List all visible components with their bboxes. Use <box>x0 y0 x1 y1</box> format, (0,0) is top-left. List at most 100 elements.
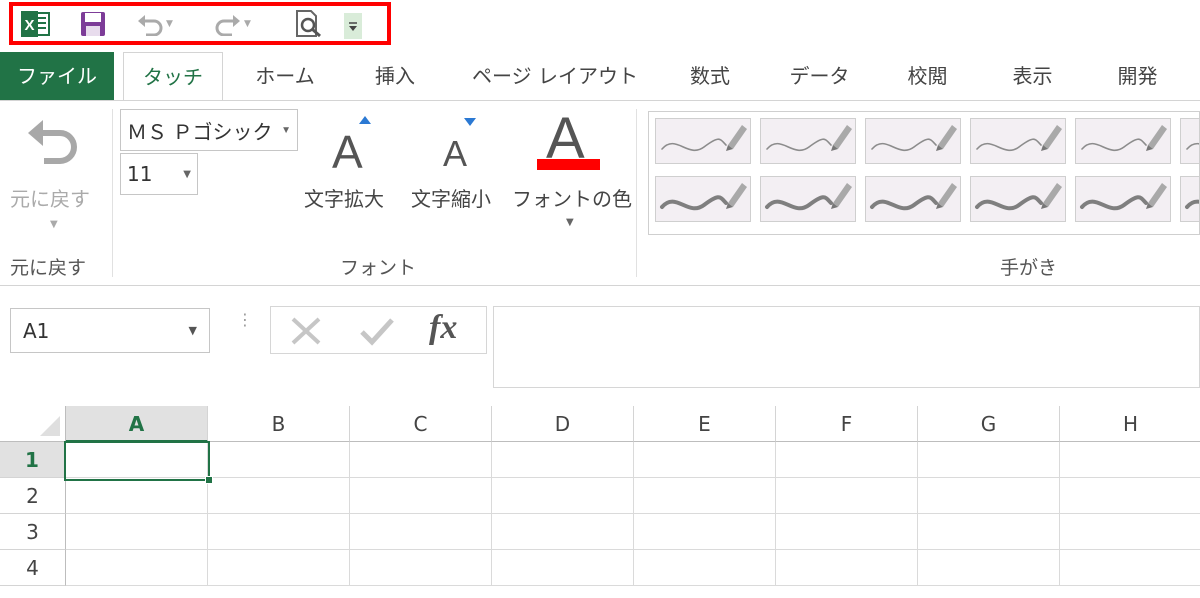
cancel-icon[interactable] <box>289 316 323 346</box>
cell-b1[interactable] <box>208 442 350 478</box>
name-box[interactable]: A1 ▼ <box>10 308 210 353</box>
select-all-button[interactable] <box>0 406 66 442</box>
pen-stroke-icon <box>1081 125 1167 152</box>
column-header-a[interactable]: A <box>66 406 208 442</box>
pen-stroke-icon <box>766 125 852 152</box>
pen-swatch[interactable] <box>1075 118 1171 164</box>
cell-f2[interactable] <box>776 478 918 514</box>
tab-insert[interactable]: 挿入 <box>350 52 440 100</box>
cell-g3[interactable] <box>918 514 1060 550</box>
row-header-3[interactable]: 3 <box>0 514 66 550</box>
pen-swatch[interactable] <box>970 176 1066 222</box>
cell-d2[interactable] <box>492 478 634 514</box>
cell-g1[interactable] <box>918 442 1060 478</box>
pen-swatch[interactable] <box>865 176 961 222</box>
cell-b4[interactable] <box>208 550 350 586</box>
cell-g2[interactable] <box>918 478 1060 514</box>
font-size-dropdown[interactable]: 11 ▼ <box>120 153 198 195</box>
group-divider <box>636 109 637 277</box>
pen-swatch[interactable] <box>760 176 856 222</box>
save-icon[interactable] <box>80 10 106 38</box>
tab-review[interactable]: 校閲 <box>885 52 970 100</box>
undo-icon <box>138 15 163 36</box>
shrink-font-button[interactable]: A 文字縮小 <box>405 109 505 249</box>
ribbon-undo-button[interactable]: 元に戻す ▼ <box>0 101 110 251</box>
cell-f4[interactable] <box>776 550 918 586</box>
insert-function-icon[interactable]: fx <box>429 309 457 347</box>
pen-swatch[interactable] <box>655 118 751 164</box>
tab-view[interactable]: 表示 <box>990 52 1075 100</box>
undo-button-label: 元に戻す <box>10 187 90 211</box>
formula-bar-grip-icon[interactable]: ⋮ <box>237 312 253 328</box>
cell-e4[interactable] <box>634 550 776 586</box>
cell-c2[interactable] <box>350 478 492 514</box>
column-header-e[interactable]: E <box>634 406 776 442</box>
column-header-b[interactable]: B <box>208 406 350 442</box>
cell-f3[interactable] <box>776 514 918 550</box>
fill-handle[interactable] <box>205 476 213 484</box>
tab-file[interactable]: ファイル <box>0 52 114 100</box>
chevron-down-icon[interactable]: ▼ <box>244 19 251 29</box>
cell-a3[interactable] <box>66 514 208 550</box>
font-color-button[interactable]: A フォントの色 ▼ <box>510 105 632 245</box>
cell-h1[interactable] <box>1060 442 1200 478</box>
cell-c3[interactable] <box>350 514 492 550</box>
redo-button[interactable]: ▼ <box>214 10 251 38</box>
pen-swatch[interactable] <box>760 118 856 164</box>
pen-swatch[interactable] <box>865 118 961 164</box>
cell-g4[interactable] <box>918 550 1060 586</box>
cell-a4[interactable] <box>66 550 208 586</box>
chevron-down-icon[interactable]: ▼ <box>166 19 173 29</box>
column-header-c[interactable]: C <box>350 406 492 442</box>
pen-swatch[interactable] <box>970 118 1066 164</box>
triangle-up-icon <box>359 116 371 124</box>
tab-data[interactable]: データ <box>772 52 867 100</box>
tab-touch[interactable]: タッチ <box>123 52 223 101</box>
column-header-d[interactable]: D <box>492 406 634 442</box>
pen-stroke-icon <box>1185 199 1199 209</box>
cell-a2[interactable] <box>66 478 208 514</box>
cell-h3[interactable] <box>1060 514 1200 550</box>
row-header-4[interactable]: 4 <box>0 550 66 586</box>
row-header-2[interactable]: 2 <box>0 478 66 514</box>
cell-h4[interactable] <box>1060 550 1200 586</box>
enter-check-icon[interactable] <box>359 316 395 346</box>
pen-stroke-icon <box>765 183 852 211</box>
cell-d3[interactable] <box>492 514 634 550</box>
cell-h2[interactable] <box>1060 478 1200 514</box>
pen-swatch[interactable] <box>1180 176 1199 222</box>
tab-formulas[interactable]: 数式 <box>670 52 750 100</box>
cell-e2[interactable] <box>634 478 776 514</box>
print-preview-icon[interactable] <box>294 10 324 38</box>
pen-swatch[interactable] <box>1075 176 1171 222</box>
customize-qat-icon[interactable] <box>344 13 362 39</box>
grow-font-label: 文字拡大 <box>304 187 384 211</box>
cell-c4[interactable] <box>350 550 492 586</box>
excel-icon[interactable]: X <box>20 10 52 38</box>
font-name-dropdown[interactable]: ＭＳ Ｐゴシック ▼ <box>120 109 298 151</box>
formula-input[interactable] <box>493 306 1200 388</box>
chevron-down-icon: ▼ <box>183 168 191 180</box>
cell-f1[interactable] <box>776 442 918 478</box>
column-header-f[interactable]: F <box>776 406 918 442</box>
pen-stroke-icon <box>660 183 747 211</box>
pen-swatch[interactable] <box>1180 118 1199 164</box>
cell-d4[interactable] <box>492 550 634 586</box>
cell-e1[interactable] <box>634 442 776 478</box>
cell-e3[interactable] <box>634 514 776 550</box>
cell-d1[interactable] <box>492 442 634 478</box>
column-header-h[interactable]: H <box>1060 406 1200 442</box>
pen-stroke-icon <box>1080 183 1167 211</box>
cell-b2[interactable] <box>208 478 350 514</box>
undo-button[interactable]: ▼ <box>136 10 173 38</box>
tab-home[interactable]: ホーム <box>240 52 330 100</box>
cell-c1[interactable] <box>350 442 492 478</box>
tab-page-layout[interactable]: ページ レイアウト <box>460 52 650 100</box>
tab-developer[interactable]: 開発 <box>1095 52 1180 100</box>
grow-font-button[interactable]: A 文字拡大 <box>300 109 400 249</box>
cell-b3[interactable] <box>208 514 350 550</box>
name-box-value: A1 <box>23 318 50 343</box>
pen-swatch[interactable] <box>655 176 751 222</box>
row-header-1[interactable]: 1 <box>0 442 66 478</box>
column-header-g[interactable]: G <box>918 406 1060 442</box>
